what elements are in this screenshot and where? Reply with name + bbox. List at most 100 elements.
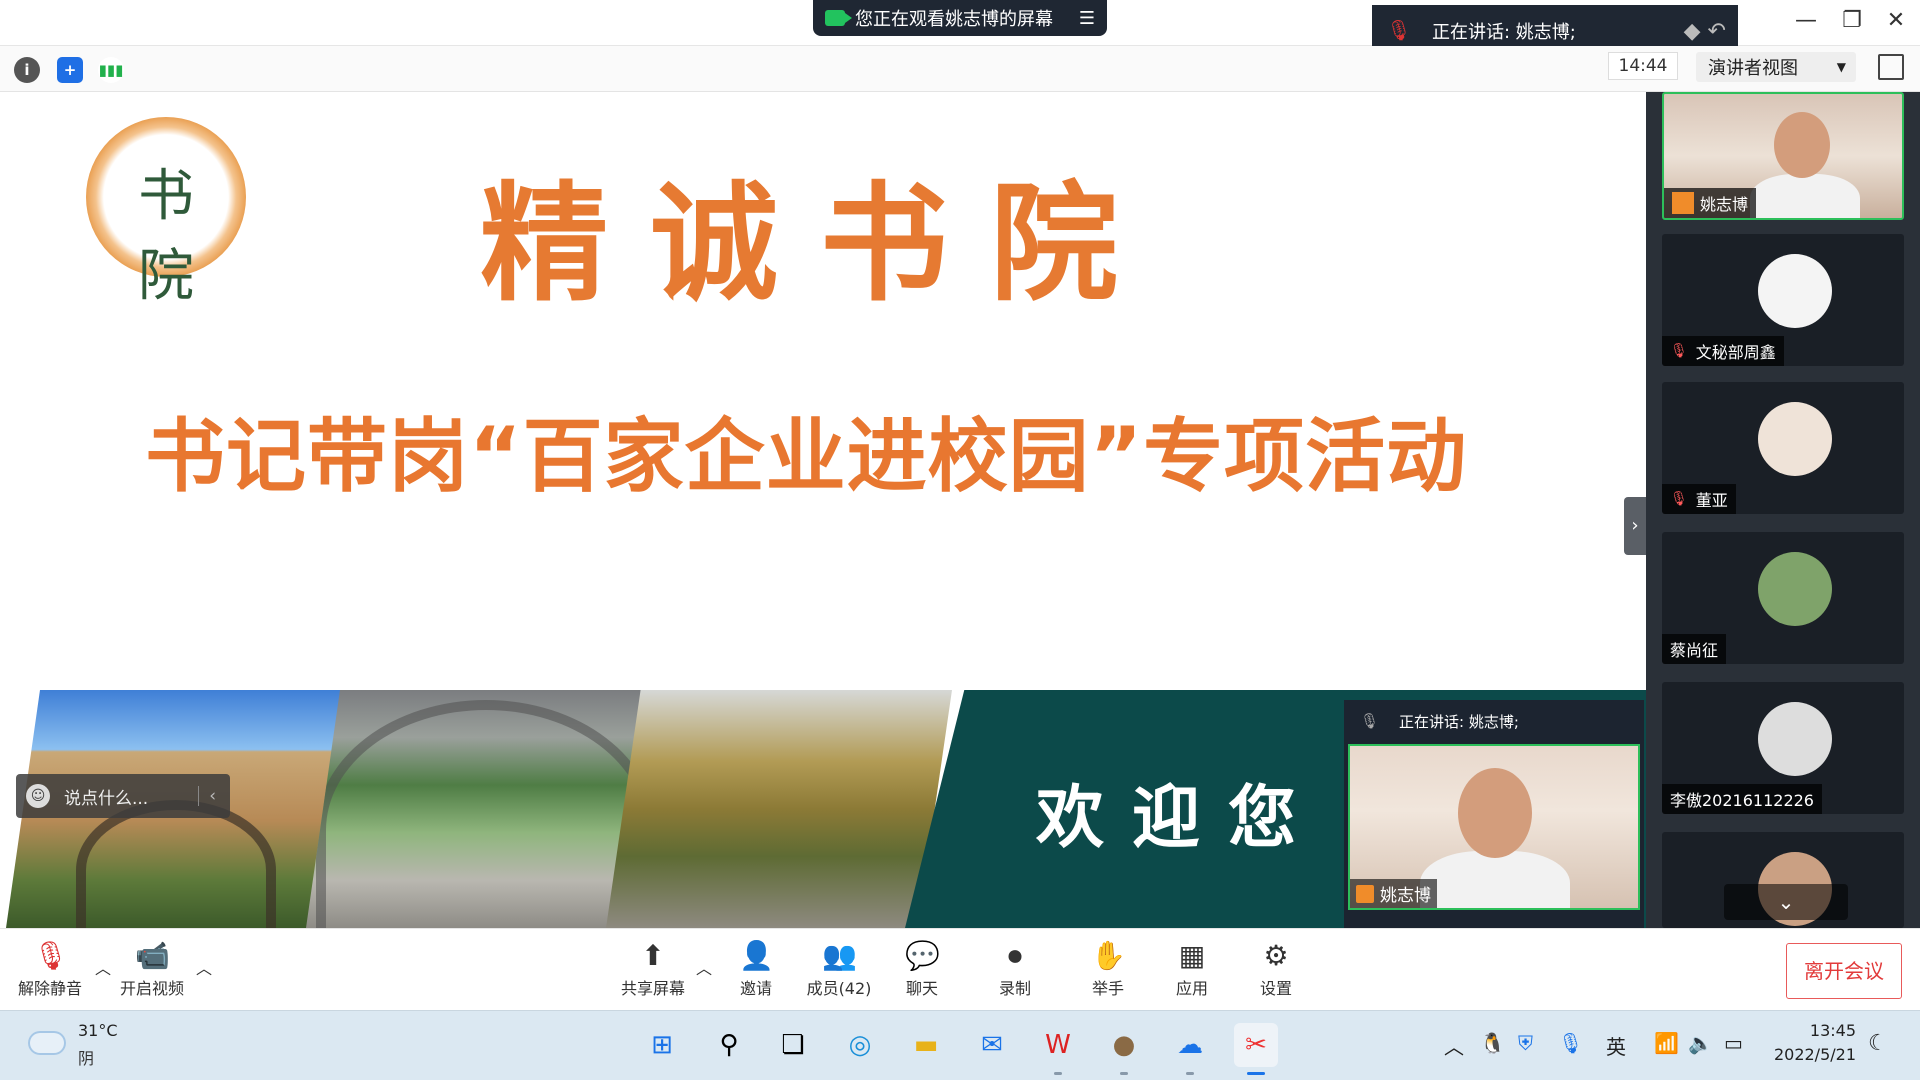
members-button[interactable]: 👥 成员(42) — [799, 935, 879, 1005]
menu-icon[interactable]: ☰ — [1079, 8, 1095, 29]
slide-subtitle: 书记带岗“百家企业进校园”专项活动 — [145, 410, 1468, 503]
view-mode-label: 演讲者视图 — [1708, 58, 1798, 79]
floating-speaker-header: 🎙 正在讲话: 姚志博; — [1344, 700, 1644, 742]
apps-button[interactable]: ▦ 应用 — [1152, 935, 1232, 1005]
floating-speaking-text: 正在讲话: 姚志博; — [1399, 712, 1519, 731]
edge-browser-icon[interactable]: ◎ — [838, 1023, 882, 1067]
chat-input[interactable]: ☺ 说点什么... ‹ — [16, 774, 230, 818]
participant-tile[interactable]: 李傲20216112226 — [1662, 682, 1904, 814]
gear-icon: ⚙ — [1263, 939, 1289, 972]
collapse-panel-handle[interactable]: › — [1624, 497, 1646, 555]
security-shield-icon[interactable]: + — [57, 57, 83, 83]
leave-meeting-button[interactable]: 离开会议 — [1786, 943, 1902, 999]
participant-name: 蔡尚征 — [1670, 641, 1719, 660]
microphone-icon[interactable]: 🎙 — [1558, 1031, 1583, 1055]
tencent-meeting-icon[interactable]: ☁ — [1168, 1023, 1212, 1075]
meeting-time: 14:44 — [1608, 52, 1678, 80]
unmute-label: 解除静音 — [17, 979, 82, 998]
raise-hand-button[interactable]: ✋ 举手 — [1068, 935, 1148, 1005]
fullscreen-icon[interactable] — [1878, 54, 1904, 80]
unmute-button[interactable]: 🎙 解除静音 — [10, 935, 90, 1005]
scroll-down-icon[interactable]: ⌄ — [1724, 884, 1848, 920]
settings-button[interactable]: ⚙ 设置 — [1236, 935, 1316, 1005]
chat-label: 聊天 — [905, 979, 938, 998]
members-icon: 👥 — [822, 939, 857, 972]
speaker-name-tag: 姚志博 — [1350, 879, 1437, 908]
security-shield-icon[interactable]: ⛨ — [1518, 1031, 1533, 1055]
windows-taskbar: 31°C 阴 ⊞ ⚲ ❏ ◎ ▬ ✉ W ● ☁ ✂ ︿ 🐧 ⛨ 🎙 英 📶 🔈… — [0, 1010, 1920, 1080]
participant-name: 李傲20216112226 — [1670, 791, 1814, 810]
task-view-icon[interactable]: ❏ — [771, 1023, 815, 1067]
focus-assist-moon-icon[interactable]: ☾ — [1868, 1031, 1888, 1056]
info-icon[interactable]: i — [14, 57, 40, 83]
emoji-icon[interactable]: ☺ — [26, 784, 50, 808]
avatar — [1758, 402, 1832, 476]
start-video-label: 开启视频 — [119, 979, 184, 998]
cloud-icon[interactable] — [28, 1031, 66, 1055]
floating-speaker-video[interactable]: 🎙 正在讲话: 姚志博; 姚志博 — [1344, 700, 1644, 928]
apps-grid-icon: ▦ — [1178, 939, 1206, 972]
muted-mic-icon: 🎙 — [33, 939, 69, 972]
file-explorer-icon[interactable]: ▬ — [904, 1023, 948, 1067]
snipping-tool-icon[interactable]: ✂ — [1234, 1023, 1278, 1075]
participant-name-tag: 姚志博 — [1664, 188, 1757, 218]
participant-tile[interactable]: 姚志博 — [1662, 92, 1904, 220]
participant-name-tag: 🎙 文秘部周鑫 — [1662, 336, 1784, 366]
speaker-icon[interactable]: 🔈 — [1688, 1031, 1713, 1055]
avatar — [1758, 552, 1832, 626]
participant-name: 文秘部周鑫 — [1695, 343, 1776, 362]
chevron-down-icon: ▼ — [1836, 60, 1846, 74]
windows-start-icon[interactable]: ⊞ — [640, 1023, 684, 1067]
close-button[interactable]: ✕ — [1876, 8, 1916, 33]
signal-strength-icon[interactable]: ▮▮▮ — [98, 57, 124, 83]
campus-photo-archway — [306, 690, 646, 928]
tray-overflow-chevron-icon[interactable]: ︿ — [1444, 1031, 1464, 1060]
share-screen-button[interactable]: ⬆ 共享屏幕 — [613, 935, 693, 1005]
qq-icon[interactable]: 🐧 — [1480, 1031, 1505, 1055]
meeting-toolbar: 🎙 解除静音 ︿ 📹 开启视频 ︿ ⬆ 共享屏幕 ︿ 👤 邀请 👥 成员(42)… — [0, 928, 1920, 1010]
mail-icon[interactable]: ✉ — [970, 1023, 1014, 1067]
add-user-icon: 👤 — [739, 939, 774, 972]
chat-button[interactable]: 💬 聊天 — [882, 935, 962, 1005]
battery-icon[interactable]: ▭ — [1724, 1031, 1743, 1055]
video-options-chevron-icon[interactable]: ︿ — [196, 955, 212, 979]
record-icon: ⏺ — [1007, 939, 1022, 972]
chevron-left-icon[interactable]: ‹ — [198, 786, 216, 806]
participants-panel: 姚志博 🎙 文秘部周鑫 🎙 董亚 蔡尚征 李傲20216112226 — [1646, 92, 1920, 928]
taskbar-time[interactable]: 13:45 — [1800, 1021, 1856, 1040]
apps-label: 应用 — [1175, 979, 1208, 998]
minimize-button[interactable]: — — [1786, 8, 1826, 33]
video-off-icon: 📹 — [135, 939, 170, 972]
mic-icon: 🎙 — [1360, 712, 1380, 730]
wps-office-icon[interactable]: W — [1036, 1023, 1080, 1075]
record-button[interactable]: ⏺ 录制 — [975, 935, 1055, 1005]
share-notice-text: 您正在观看姚志博的屏幕 — [855, 9, 1053, 30]
participant-tile[interactable]: 🎙 董亚 — [1662, 382, 1904, 514]
members-label: 成员(42) — [806, 979, 872, 998]
slide-title: 精诚书院 — [480, 169, 1161, 319]
logo-text: 书院 — [138, 164, 194, 309]
invite-button[interactable]: 👤 邀请 — [716, 935, 796, 1005]
muted-mic-icon: 🎙 — [1670, 491, 1688, 507]
weather-temperature[interactable]: 31°C — [78, 1021, 118, 1040]
wifi-icon[interactable]: 📶 — [1654, 1031, 1679, 1055]
audio-options-chevron-icon[interactable]: ︿ — [95, 955, 111, 979]
app-globe-icon[interactable]: ● — [1102, 1023, 1146, 1075]
muted-mic-icon: 🎙 — [1386, 18, 1412, 42]
input-method-indicator[interactable]: 英 — [1606, 1031, 1626, 1060]
participant-tile[interactable]: 蔡尚征 — [1662, 532, 1904, 664]
host-icon — [1356, 884, 1374, 903]
share-options-chevron-icon[interactable]: ︿ — [696, 955, 712, 979]
view-mode-dropdown[interactable]: 演讲者视图 ▼ — [1696, 52, 1856, 82]
screen-share-notice[interactable]: 您正在观看姚志博的屏幕 ☰ — [813, 0, 1107, 36]
invite-label: 邀请 — [739, 979, 772, 998]
start-video-button[interactable]: 📹 开启视频 — [112, 935, 192, 1005]
restore-button[interactable]: ❐ — [1832, 8, 1872, 33]
weather-condition[interactable]: 阴 — [78, 1045, 94, 1069]
speaker-tools-icon[interactable]: ◆ ↶ — [1684, 19, 1726, 44]
participant-tile[interactable]: 🎙 文秘部周鑫 — [1662, 234, 1904, 366]
academy-logo: 书院 — [86, 117, 246, 309]
taskbar-date[interactable]: 2022/5/21 — [1764, 1045, 1856, 1064]
muted-mic-icon: 🎙 — [1670, 343, 1688, 359]
search-icon[interactable]: ⚲ — [707, 1023, 751, 1067]
